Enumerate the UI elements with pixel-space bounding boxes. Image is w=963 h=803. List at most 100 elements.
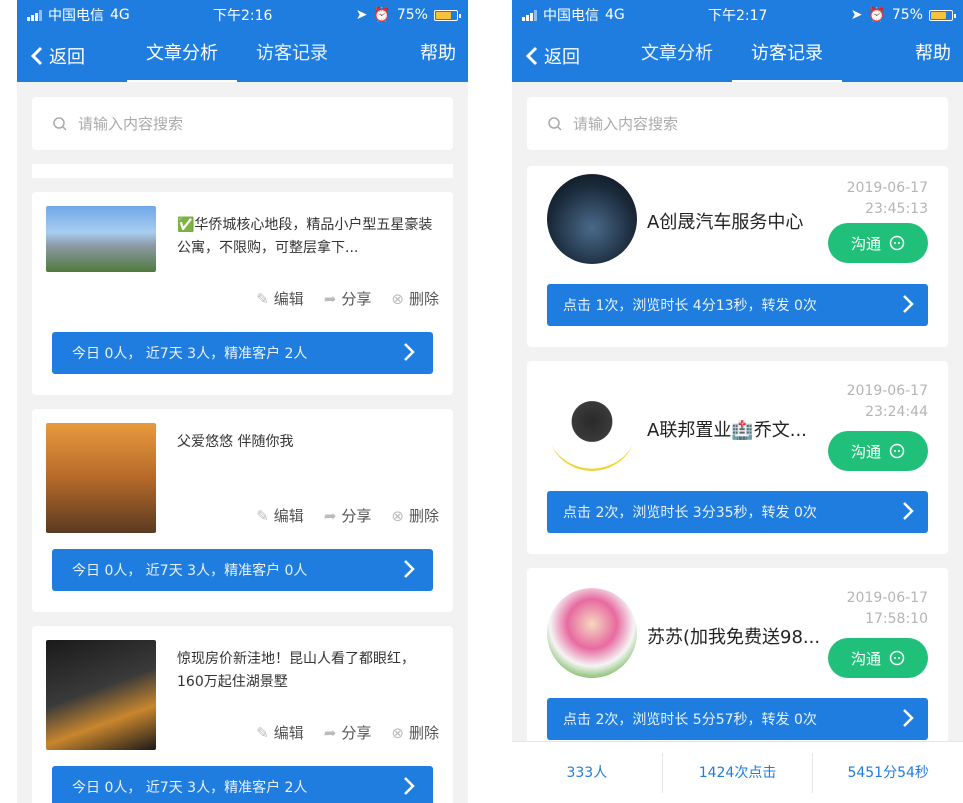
total-clicks: 1424次点击 <box>661 752 813 793</box>
delete-button[interactable]: ⊗ 删除 <box>391 505 439 526</box>
article-card[interactable]: 惊现房价新洼地！昆山人看了都眼红，160万起住湖景墅 ✎ 编辑 ➦ 分享 ⊗ 删除 今… <box>32 626 453 803</box>
visitor-stats-bar[interactable]: 点击 1次，浏览时长 4分13秒，转发 0次 <box>547 284 928 326</box>
article-stats-bar[interactable]: 今日 0人， 近7天 3人，精准客户 0人 <box>52 549 433 591</box>
avatar <box>547 381 637 471</box>
chevron-left-icon <box>31 46 43 66</box>
nav-bar: 返回 文章分析 访客记录 帮助 <box>512 30 963 82</box>
chat-bubble-icon <box>889 443 905 459</box>
edit-label: 编辑 <box>273 724 304 742</box>
share-icon: ➦ <box>323 289 337 308</box>
back-button[interactable]: 返回 <box>512 43 622 69</box>
edit-button[interactable]: ✎ 编辑 <box>256 288 304 309</box>
chevron-right-icon <box>903 295 914 313</box>
visitor-card[interactable]: A创晟汽车服务中心 2019-06-17 23:45:13 沟通 点击 1次，浏… <box>527 166 948 347</box>
signal-icon <box>522 9 537 21</box>
tab-articles[interactable]: 文章分析 <box>127 30 237 82</box>
chat-button[interactable]: 沟通 <box>828 223 928 263</box>
back-label: 返回 <box>544 47 580 68</box>
article-stats-bar[interactable]: 今日 0人， 近7天 3人，精准客户 2人 <box>52 332 433 374</box>
share-button[interactable]: ➦ 分享 <box>324 288 372 309</box>
chat-button[interactable]: 沟通 <box>828 431 928 471</box>
visit-date: 2019-06-17 <box>846 180 928 196</box>
visit-date: 2019-06-17 <box>846 383 928 399</box>
delete-label: 删除 <box>408 507 439 525</box>
edit-button[interactable]: ✎ 编辑 <box>256 722 304 743</box>
chat-label: 沟通 <box>850 234 881 253</box>
alarm-icon: ⏰ <box>373 7 391 23</box>
help-button[interactable]: 帮助 <box>420 30 456 78</box>
chat-label: 沟通 <box>850 442 881 461</box>
help-button[interactable]: 帮助 <box>915 30 951 78</box>
visitor-name: 苏苏(加我免费送98... <box>647 627 821 648</box>
avatar <box>547 174 637 264</box>
article-thumbnail <box>46 423 156 533</box>
visit-timestamp: 2019-06-17 17:58:10 <box>847 588 928 630</box>
delete-label: 删除 <box>408 290 439 308</box>
total-visitors: 333人 <box>566 764 608 781</box>
article-stats: 今日 0人， 近7天 3人，精准客户 2人 <box>72 780 308 796</box>
search-icon <box>53 116 67 131</box>
alarm-icon: ⏰ <box>868 7 886 23</box>
chevron-right-icon <box>404 343 415 361</box>
article-card[interactable]: 父爱悠悠 伴随你我 ✎ 编辑 ➦ 分享 ⊗ 删除 今日 0人， 近7天 3人，精准客户… <box>32 409 453 612</box>
share-label: 分享 <box>341 507 372 525</box>
share-button[interactable]: ➦ 分享 <box>324 505 372 526</box>
visitor-stats-bar[interactable]: 点击 2次，浏览时长 3分35秒，转发 0次 <box>547 491 928 533</box>
status-bar: 中国电信 4G 下午2:17 ➤ ⏰ 75% <box>512 0 963 30</box>
article-title: 父爱悠悠 伴随你我 <box>177 434 294 450</box>
total-duration: 5451分54秒 <box>812 752 963 793</box>
chevron-right-icon <box>404 560 415 578</box>
visit-timestamp: 2019-06-17 23:24:44 <box>847 381 928 423</box>
search-input[interactable]: 请输入内容搜索 <box>527 97 948 150</box>
article-stats: 今日 0人， 近7天 3人，精准客户 0人 <box>72 563 308 579</box>
visitor-name: A联邦置业🏥乔文... <box>647 420 807 441</box>
chat-label: 沟通 <box>850 649 881 668</box>
search-input[interactable]: 请输入内容搜索 <box>32 97 453 150</box>
visit-timestamp: 2019-06-17 23:45:13 <box>847 178 928 220</box>
delete-button[interactable]: ⊗ 删除 <box>391 722 439 743</box>
pencil-icon: ✎ <box>256 289 269 308</box>
location-icon: ➤ <box>850 7 863 23</box>
visitor-stats-bar[interactable]: 点击 2次，浏览时长 5分57秒，转发 0次 <box>547 698 928 740</box>
share-label: 分享 <box>341 290 372 308</box>
search-placeholder: 请输入内容搜索 <box>573 115 679 133</box>
visitor-stats: 点击 1次，浏览时长 4分13秒，转发 0次 <box>563 298 817 314</box>
network-label: 4G <box>110 7 130 23</box>
back-button[interactable]: 返回 <box>17 43 127 69</box>
tab-articles[interactable]: 文章分析 <box>622 30 732 82</box>
article-stats-bar[interactable]: 今日 0人， 近7天 3人，精准客户 2人 <box>52 766 433 803</box>
chevron-right-icon <box>903 709 914 727</box>
search-icon <box>548 116 562 131</box>
chat-button[interactable]: 沟通 <box>828 638 928 678</box>
back-label: 返回 <box>49 47 85 68</box>
share-button[interactable]: ➦ 分享 <box>324 722 372 743</box>
article-card[interactable]: ✅华侨城核心地段，精品小户型五星豪装公寓，不限购，可整层拿下... ✎ 编辑 ➦ 分… <box>32 192 453 395</box>
edit-button[interactable]: ✎ 编辑 <box>256 505 304 526</box>
summary-footer: 333人 1424次点击 5451分54秒 <box>512 741 963 803</box>
clock: 下午2:16 <box>213 8 273 24</box>
chevron-right-icon <box>903 502 914 520</box>
visit-time: 17:58:10 <box>865 611 928 627</box>
visit-date: 2019-06-17 <box>846 590 928 606</box>
article-stats: 今日 0人， 近7天 3人，精准客户 2人 <box>72 346 308 362</box>
share-icon: ➦ <box>323 506 337 525</box>
status-bar: 中国电信 4G 下午2:16 ➤ ⏰ 75% <box>17 0 468 30</box>
article-thumbnail <box>46 206 156 272</box>
share-label: 分享 <box>341 724 372 742</box>
visitor-card[interactable]: A联邦置业🏥乔文... 2019-06-17 23:24:44 沟通 点击 2次… <box>527 361 948 554</box>
tab-visitors[interactable]: 访客记录 <box>237 30 347 82</box>
chat-bubble-icon <box>889 235 905 251</box>
carrier-label: 中国电信 <box>48 8 104 24</box>
delete-button[interactable]: ⊗ 删除 <box>391 288 439 309</box>
tab-visitors[interactable]: 访客记录 <box>732 30 842 82</box>
list-item-partial <box>32 164 453 178</box>
edit-label: 编辑 <box>273 290 304 308</box>
carrier-label: 中国电信 <box>543 8 599 24</box>
avatar <box>547 588 637 678</box>
article-analysis-screen: 中国电信 4G 下午2:16 ➤ ⏰ 75% 返回 文章分析 访客记录 帮助 请… <box>17 0 468 803</box>
visitor-card[interactable]: 苏苏(加我免费送98... 2019-06-17 17:58:10 沟通 点击 … <box>527 568 948 761</box>
search-placeholder: 请输入内容搜索 <box>78 115 184 133</box>
battery-icon <box>433 9 461 21</box>
battery-icon <box>928 9 956 21</box>
article-title: 惊现房价新洼地！昆山人看了都眼红，160万起住湖景墅 <box>177 651 415 690</box>
